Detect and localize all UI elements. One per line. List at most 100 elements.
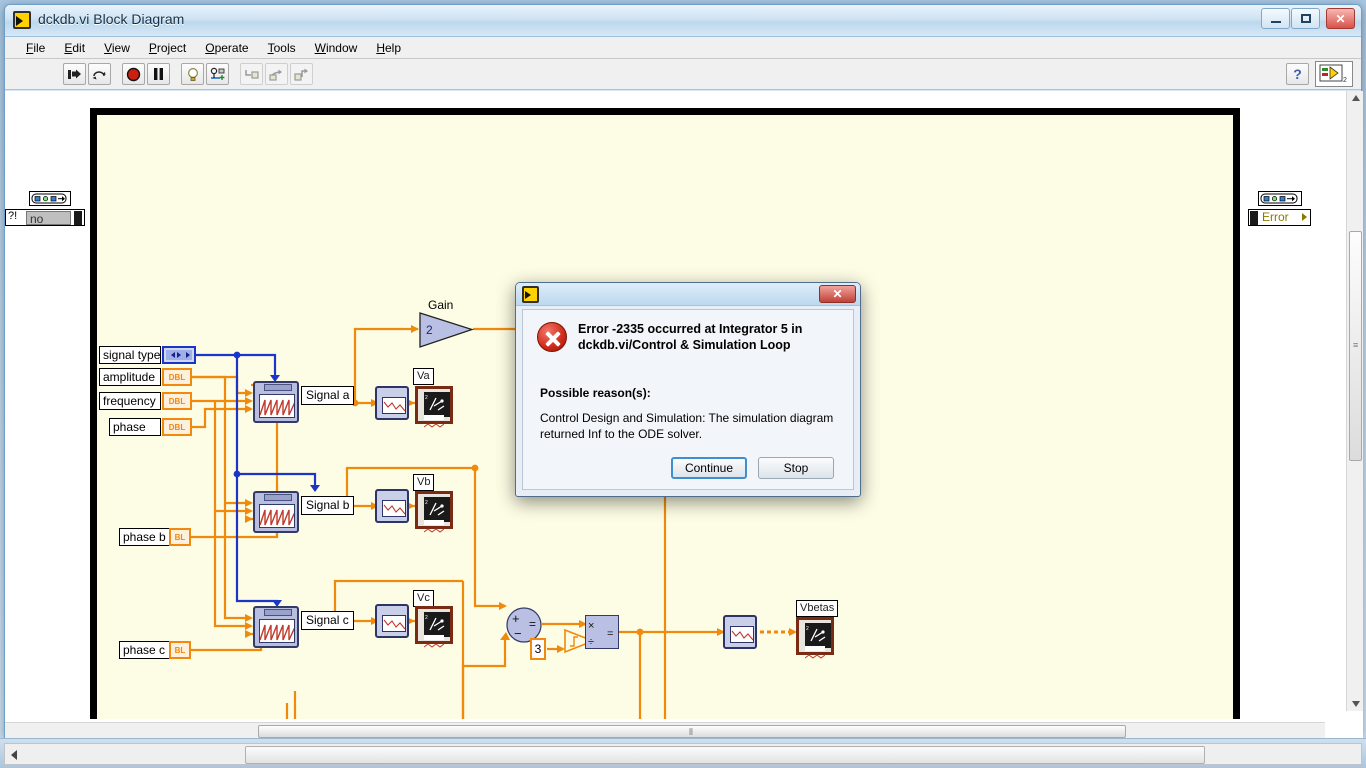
svg-text:2: 2 [425, 395, 428, 401]
numeric-constant-3[interactable]: 3 [530, 638, 546, 660]
phase-b-terminal[interactable]: BL [169, 528, 191, 546]
phase-c-terminal[interactable]: BL [169, 641, 191, 659]
collector-node-a[interactable] [375, 386, 409, 420]
labview-vi-icon [522, 286, 539, 303]
graph-icon: 2 [424, 392, 450, 417]
gain-label: Gain [428, 298, 454, 312]
graph-icon: 2 [424, 612, 450, 637]
menu-tools[interactable]: Tools [259, 39, 305, 57]
amplitude-control-label[interactable]: amplitude [99, 368, 161, 386]
window-maximize-button[interactable] [1291, 8, 1320, 29]
dialog-close-button[interactable]: ✕ [819, 285, 856, 303]
diagram-hscrollbar[interactable]: ⦀ [5, 722, 1325, 739]
menu-project[interactable]: Project [140, 39, 195, 57]
va-indicator[interactable]: 2 [415, 386, 453, 428]
taskbar-inner [4, 743, 1362, 765]
window-titlebar: dckdb.vi Block Diagram ✕ [5, 5, 1361, 37]
diagram-vscrollbar[interactable]: ≡ [1346, 91, 1363, 711]
continue-button[interactable]: Continue [671, 457, 747, 479]
menu-view[interactable]: View [95, 39, 139, 57]
frequency-terminal[interactable]: DBL [162, 392, 192, 410]
run-button[interactable] [63, 63, 86, 85]
menu-file[interactable]: File [17, 39, 54, 57]
vc-indicator-label: Vc [413, 590, 434, 607]
retain-wire-values-button[interactable] [206, 63, 229, 85]
svg-text:2: 2 [425, 615, 428, 621]
scope-screen [730, 626, 754, 643]
toolbar: ? 2 [5, 59, 1361, 90]
window-minimize-button[interactable] [1261, 8, 1290, 29]
stop-button[interactable]: Stop [758, 457, 834, 479]
svg-text:=: = [607, 628, 613, 640]
waveform-preview [259, 394, 295, 418]
signal-type-control-label[interactable]: signal type [99, 346, 161, 364]
indicator-footer [423, 520, 445, 533]
phase-control-label[interactable]: phase [109, 418, 161, 436]
waveform-preview [259, 619, 295, 643]
divide-node[interactable]: × ÷ = [585, 615, 619, 649]
signal-a-generator[interactable] [253, 381, 299, 423]
gain-node[interactable]: 2 [418, 311, 475, 354]
scroll-up-arrow-icon[interactable] [1352, 95, 1360, 101]
loop-timing-terminal[interactable] [29, 191, 71, 206]
dialog-body: Error -2335 occurred at Integrator 5 in … [522, 309, 854, 490]
sim-node-cap [264, 609, 292, 616]
error-x-icon [537, 322, 567, 352]
menu-edit[interactable]: Edit [55, 39, 94, 57]
context-help-button[interactable]: ? [1286, 63, 1309, 85]
graph-icon: 2 [805, 623, 831, 648]
waveform-preview [259, 504, 295, 528]
step-out-button[interactable] [290, 63, 313, 85]
pause-button[interactable] [147, 63, 170, 85]
taskbar-scroll-left-icon[interactable] [11, 750, 17, 760]
svg-text:2: 2 [425, 500, 428, 506]
step-over-button[interactable] [265, 63, 288, 85]
frequency-control-label[interactable]: frequency [99, 392, 161, 410]
collector-node-b[interactable] [375, 489, 409, 523]
menu-window[interactable]: Window [306, 39, 367, 57]
error-reason-title: Possible reason(s): [540, 386, 651, 400]
collector-node-c[interactable] [375, 604, 409, 638]
hscroll-thumb[interactable]: ⦀ [258, 725, 1126, 738]
error-out-terminal[interactable]: Error [1248, 209, 1311, 226]
window-close-button[interactable]: ✕ [1326, 8, 1355, 29]
menu-help[interactable]: Help [367, 39, 410, 57]
svg-text:÷: ÷ [588, 636, 594, 648]
collector-node-vbetas[interactable] [723, 615, 757, 649]
svg-text:=: = [529, 617, 536, 631]
indicator-footer [423, 415, 445, 428]
signal-c-generator[interactable] [253, 606, 299, 648]
vc-indicator[interactable]: 2 [415, 606, 453, 648]
signal-a-label: Signal a [301, 386, 355, 405]
signal-type-terminal[interactable] [162, 346, 196, 364]
svg-text:2: 2 [1343, 77, 1347, 84]
vb-indicator[interactable]: 2 [415, 491, 453, 533]
loop-condition-glyph: ?! [8, 210, 18, 222]
run-continuously-button[interactable] [88, 63, 111, 85]
vbetas-indicator[interactable]: 2 [796, 617, 834, 659]
phase-terminal[interactable]: DBL [162, 418, 192, 436]
va-indicator-label: Va [413, 368, 434, 385]
vscroll-thumb[interactable]: ≡ [1349, 231, 1362, 461]
menu-operate[interactable]: Operate [196, 39, 257, 57]
step-into-button[interactable] [240, 63, 263, 85]
error-arrow-icon [1302, 213, 1307, 221]
abort-execution-button[interactable] [122, 63, 145, 85]
labview-block-diagram-window: dckdb.vi Block Diagram ✕ File Edit View … [4, 4, 1363, 739]
loop-timing-out-terminal[interactable] [1258, 191, 1302, 206]
phase-c-control-label[interactable]: phase c [119, 641, 170, 659]
phase-b-control-label[interactable]: phase b [119, 528, 170, 546]
taskbar-window-button[interactable] [245, 746, 1205, 764]
scroll-down-arrow-icon[interactable] [1352, 701, 1360, 707]
loop-condition-terminal[interactable]: ?! no [5, 209, 85, 226]
signal-b-generator[interactable] [253, 491, 299, 533]
scope-screen [382, 397, 406, 414]
sim-node-cap [264, 384, 292, 391]
labview-vi-icon [13, 11, 31, 29]
scope-screen [382, 500, 406, 517]
amplitude-terminal[interactable]: DBL [162, 368, 192, 386]
highlight-execution-button[interactable] [181, 63, 204, 85]
vi-icon-connector-pane[interactable]: 2 [1315, 61, 1353, 87]
desktop-background: dckdb.vi Block Diagram ✕ File Edit View … [0, 0, 1366, 768]
svg-text:×: × [588, 620, 594, 632]
